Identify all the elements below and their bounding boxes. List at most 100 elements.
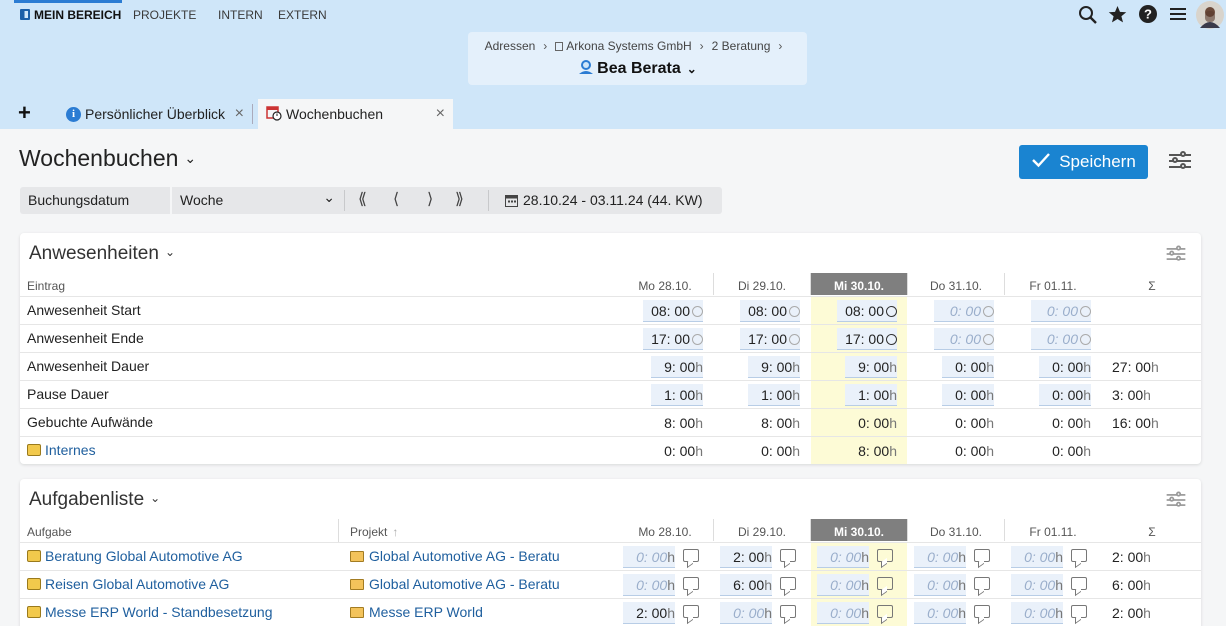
search-icon[interactable] [1078, 5, 1098, 28]
time-value[interactable]: 08: 00 [740, 300, 800, 322]
time-value[interactable]: 17: 00 [837, 328, 897, 350]
comment-icon[interactable] [1071, 577, 1087, 590]
time-value[interactable]: 08: 00 [837, 300, 897, 322]
comment-icon[interactable] [683, 577, 699, 590]
day-column-header[interactable]: Di 29.10. [714, 273, 810, 295]
day-column-header[interactable]: Fr 01.11. [1005, 519, 1101, 541]
hamburger-menu-icon[interactable] [1169, 5, 1187, 26]
comment-icon[interactable] [974, 549, 990, 562]
time-value[interactable]: 0: 00 [934, 328, 994, 350]
time-value[interactable]: 0: 00h [914, 602, 966, 624]
time-value[interactable]: 0: 00h [720, 602, 772, 624]
time-value[interactable]: 0: 00h [623, 546, 675, 568]
close-icon[interactable]: × [235, 105, 244, 123]
time-value[interactable]: 1: 00h [845, 384, 897, 406]
time-value[interactable]: 0: 00h [817, 602, 869, 624]
time-value[interactable]: 0: 00h [817, 546, 869, 568]
time-value[interactable]: 0: 00h [914, 574, 966, 596]
save-button[interactable]: Speichern [1019, 145, 1148, 179]
row-label[interactable]: Internes [27, 442, 96, 458]
nav-extern[interactable]: Extern [278, 8, 327, 22]
day-column-header[interactable]: Di 29.10. [714, 519, 810, 541]
project-link[interactable]: Global Automotive AG - Beratur [350, 576, 560, 592]
time-value[interactable]: 08: 00 [643, 300, 703, 322]
add-tab-button[interactable]: + [18, 102, 31, 124]
time-value[interactable]: 0: 00h [1011, 574, 1063, 596]
close-icon[interactable]: × [436, 105, 445, 123]
comment-icon[interactable] [780, 605, 796, 618]
time-value[interactable]: 0: 00h [1039, 384, 1091, 406]
comment-icon[interactable] [683, 549, 699, 562]
person-selector[interactable]: Bea Berata ⌄ [468, 59, 807, 78]
task-link[interactable]: Beratung Global Automotive AG [27, 548, 243, 564]
aufgabenliste-title[interactable]: Aufgabenliste ⌄ [29, 489, 160, 511]
clock-icon[interactable] [983, 334, 994, 345]
user-avatar[interactable] [1196, 1, 1224, 32]
comment-icon[interactable] [974, 605, 990, 618]
comment-icon[interactable] [780, 549, 796, 562]
task-link[interactable]: Reisen Global Automotive AG [27, 576, 229, 592]
time-value[interactable]: 0: 00h [1011, 602, 1063, 624]
comment-icon[interactable] [877, 549, 893, 562]
clock-icon[interactable] [692, 306, 703, 317]
time-value[interactable]: 0: 00h [1039, 356, 1091, 378]
clock-icon[interactable] [983, 306, 994, 317]
time-value[interactable]: 9: 00h [845, 356, 897, 378]
project-link[interactable]: Messe ERP World [350, 604, 560, 620]
time-value[interactable]: 0: 00h [942, 384, 994, 406]
day-column-header[interactable]: Mi 30.10. [811, 273, 907, 295]
time-value[interactable]: 2: 00h [623, 602, 675, 624]
last-week-button[interactable]: ⟫ [455, 187, 464, 214]
help-icon[interactable]: ? [1139, 5, 1157, 26]
clock-icon[interactable] [1080, 306, 1091, 317]
previous-week-button[interactable]: ⟨ [393, 187, 399, 214]
time-value[interactable]: 1: 00h [651, 384, 703, 406]
comment-icon[interactable] [1071, 605, 1087, 618]
time-value[interactable]: 2: 00h [720, 546, 772, 568]
comment-icon[interactable] [683, 605, 699, 618]
comment-icon[interactable] [877, 605, 893, 618]
clock-icon[interactable] [886, 306, 897, 317]
anwesenheiten-title[interactable]: Anwesenheiten ⌄ [29, 243, 175, 265]
day-column-header[interactable]: Mi 30.10. [811, 519, 907, 541]
clock-icon[interactable] [1080, 334, 1091, 345]
time-value[interactable]: 1: 00h [748, 384, 800, 406]
comment-icon[interactable] [1071, 549, 1087, 562]
breadcrumb-item-company[interactable]: Arkona Systems GmbH [566, 39, 691, 53]
time-value[interactable]: 17: 00 [643, 328, 703, 350]
time-value[interactable]: 0: 00h [914, 546, 966, 568]
clock-icon[interactable] [886, 334, 897, 345]
day-column-header[interactable]: Do 31.10. [908, 273, 1004, 295]
panel-settings-icon[interactable] [1166, 245, 1186, 261]
comment-icon[interactable] [974, 577, 990, 590]
time-value[interactable]: 9: 00h [651, 356, 703, 378]
breadcrumb-item-adressen[interactable]: Adressen [485, 39, 536, 53]
comment-icon[interactable] [877, 577, 893, 590]
day-column-header[interactable]: Mo 28.10. [617, 519, 713, 541]
time-value[interactable]: 0: 00 [1031, 328, 1091, 350]
nav-intern[interactable]: Intern [218, 8, 263, 22]
tab-wochenbuchen[interactable]: Wochenbuchen × [258, 99, 453, 129]
project-link[interactable]: Global Automotive AG - Beratur [350, 548, 560, 564]
nav-projekte[interactable]: Projekte [133, 8, 196, 22]
panel-settings-icon[interactable] [1166, 491, 1186, 507]
day-column-header[interactable]: Fr 01.11. [1005, 273, 1101, 295]
time-value[interactable]: 0: 00h [817, 574, 869, 596]
time-value[interactable]: 6: 00h [720, 574, 772, 596]
clock-icon[interactable] [692, 334, 703, 345]
task-link[interactable]: Messe ERP World - Standbesetzung [27, 604, 273, 620]
date-range-picker[interactable]: 28.10.24 - 03.11.24 (44. KW) [505, 187, 703, 214]
time-value[interactable]: 0: 00h [623, 574, 675, 596]
nav-mein-bereich[interactable]: Mein Bereich [20, 8, 121, 22]
breadcrumb-item-department[interactable]: 2 Beratung [712, 39, 771, 53]
day-column-header[interactable]: Mo 28.10. [617, 273, 713, 295]
tab-persoenlicher-ueberblick[interactable]: i Persönlicher Überblick × [58, 99, 252, 129]
time-value[interactable]: 0: 00h [1011, 546, 1063, 568]
settings-sliders-icon[interactable] [1169, 151, 1191, 170]
comment-icon[interactable] [780, 577, 796, 590]
first-week-button[interactable]: ⟪ [358, 187, 367, 214]
page-title[interactable]: Wochenbuchen ⌄ [19, 145, 196, 172]
time-value[interactable]: 0: 00 [934, 300, 994, 322]
time-value[interactable]: 0: 00 [1031, 300, 1091, 322]
time-value[interactable]: 9: 00h [748, 356, 800, 378]
